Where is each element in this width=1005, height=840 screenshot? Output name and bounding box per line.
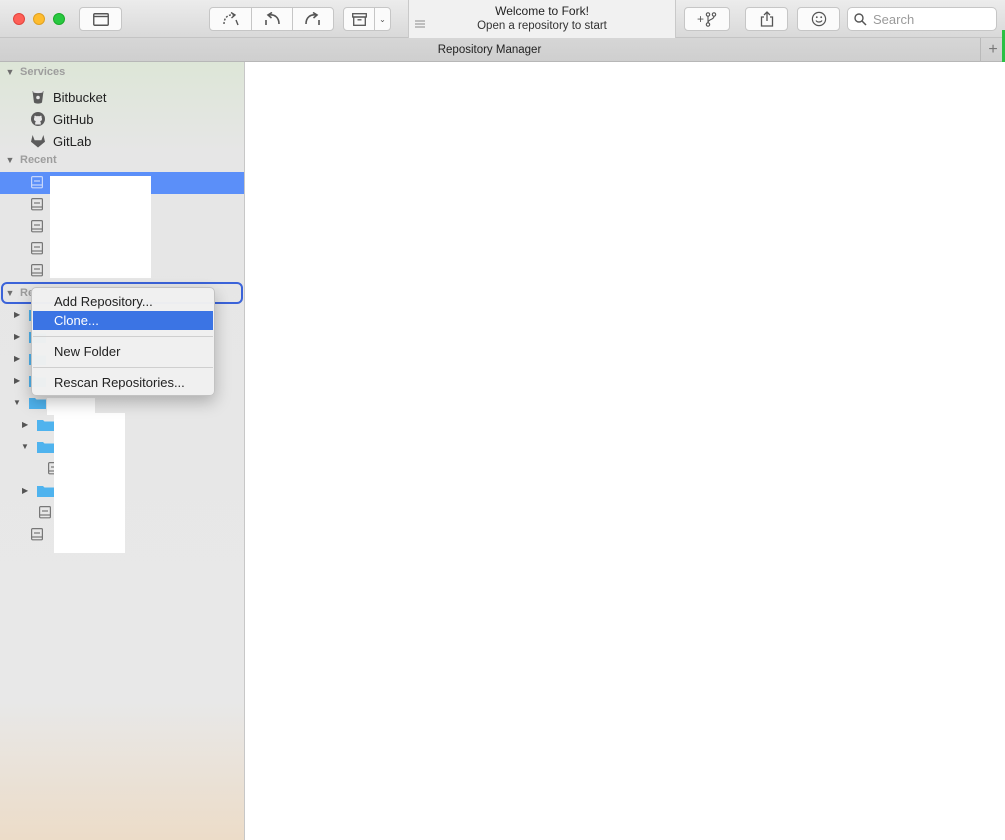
- stash-button[interactable]: [344, 8, 375, 30]
- search-input[interactable]: [873, 11, 983, 27]
- folder-icon: [37, 420, 54, 431]
- search-field[interactable]: [847, 7, 997, 31]
- minimize-window-button[interactable]: [33, 13, 45, 25]
- sidebar-item-bitbucket[interactable]: Bitbucket: [0, 86, 244, 108]
- folder-icon: [37, 486, 54, 497]
- main-content: [245, 62, 1005, 840]
- triangle-right-icon: ▶: [22, 486, 29, 495]
- triangle-right-icon: ▶: [14, 376, 21, 385]
- search-icon: [854, 12, 867, 26]
- zoom-window-button[interactable]: [53, 13, 65, 25]
- fetch-button[interactable]: [210, 8, 252, 30]
- triangle-right-icon: ▶: [14, 332, 21, 341]
- create-branch-button[interactable]: +: [684, 7, 730, 31]
- feedback-button[interactable]: [797, 7, 840, 31]
- services-label: Services: [20, 66, 66, 78]
- repository-icon: [31, 528, 43, 541]
- service-name: Bitbucket: [53, 90, 107, 105]
- redacted-recent-names: [50, 176, 151, 278]
- triangle-right-icon: ▶: [14, 310, 21, 319]
- chevron-down-icon: ⌄: [379, 14, 386, 24]
- push-button[interactable]: [293, 8, 333, 30]
- repository-icon: [31, 176, 43, 189]
- tab-repository-manager[interactable]: Repository Manager: [0, 38, 979, 62]
- share-icon: [760, 11, 773, 27]
- toolbar: ⌄ Welcome to Fork! Open a repository to …: [0, 0, 1005, 38]
- bitbucket-icon: [32, 90, 44, 104]
- pull-button[interactable]: [252, 8, 293, 30]
- redacted-tree-names: [54, 413, 125, 553]
- tab-bar: Repository Manager +: [0, 38, 1005, 62]
- share-button[interactable]: [745, 7, 788, 31]
- welcome-subtitle: Open a repository to start: [477, 20, 607, 32]
- repository-icon: [31, 242, 43, 255]
- triangle-down-icon: ▼: [21, 442, 29, 451]
- triangle-right-icon: ▶: [22, 420, 29, 429]
- folder-icon: [29, 398, 46, 409]
- smiley-icon: [811, 11, 826, 27]
- status-panel: Welcome to Fork! Open a repository to st…: [408, 0, 676, 38]
- branch-icon: +: [697, 12, 717, 27]
- triangle-down-icon: ▼: [5, 288, 15, 298]
- triangle-right-icon: ▶: [14, 354, 21, 363]
- triangle-down-icon: ▼: [5, 155, 15, 165]
- repository-icon: [31, 220, 43, 233]
- repositories-section-header[interactable]: ▼ Re: [0, 283, 35, 303]
- push-icon: [305, 12, 320, 25]
- repository-icon: [39, 506, 51, 519]
- triangle-down-icon: ▼: [5, 67, 15, 77]
- menu-item-rescan-repositories[interactable]: Rescan Repositories...: [33, 373, 213, 392]
- service-name: GitLab: [53, 134, 92, 149]
- service-name: GitHub: [53, 112, 94, 127]
- recent-section-header[interactable]: ▼ Recent: [0, 150, 57, 170]
- sidebar-item-github[interactable]: GitHub: [0, 108, 244, 130]
- menu-item-add-repository[interactable]: Add Repository...: [33, 292, 213, 311]
- close-window-button[interactable]: [13, 13, 25, 25]
- context-menu: Add Repository... Clone... New Folder Re…: [31, 287, 215, 396]
- pull-icon: [265, 12, 280, 25]
- repository-icon: [31, 264, 43, 277]
- menu-item-new-folder[interactable]: New Folder: [33, 342, 213, 361]
- svg-text:+: +: [697, 12, 704, 26]
- recent-label: Recent: [20, 154, 57, 166]
- gitlab-icon: [31, 135, 45, 148]
- repository-icon: [31, 198, 43, 211]
- menu-separator: [33, 367, 213, 368]
- fetch-pull-push-group: [209, 7, 334, 31]
- fetch-icon: [222, 12, 239, 26]
- folder-icon: [92, 12, 109, 26]
- github-icon: [31, 112, 45, 126]
- menu-item-clone[interactable]: Clone...: [33, 311, 213, 330]
- triangle-down-icon: ▼: [13, 398, 21, 407]
- stash-menu-button[interactable]: ⌄: [375, 8, 390, 30]
- stash-group: ⌄: [343, 7, 391, 31]
- menu-separator: [33, 336, 213, 337]
- sidebar-item-gitlab[interactable]: GitLab: [0, 130, 244, 152]
- welcome-title: Welcome to Fork!: [495, 4, 589, 18]
- services-section-header[interactable]: ▼ Services: [0, 62, 66, 82]
- open-repository-button[interactable]: [79, 7, 122, 31]
- folder-icon: [37, 442, 54, 453]
- archive-icon: [351, 12, 367, 26]
